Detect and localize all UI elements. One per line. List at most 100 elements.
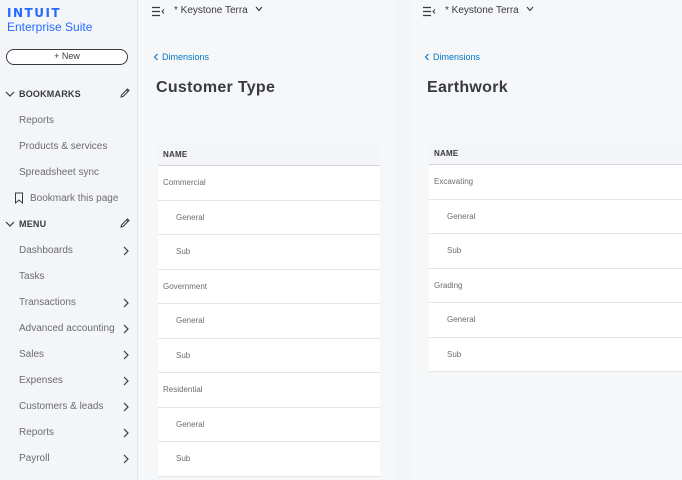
row-name: Sub — [447, 349, 462, 359]
page-title: Earthwork — [427, 79, 508, 96]
table-row-parent[interactable]: Residential — [158, 373, 380, 408]
row-name: Sub — [447, 246, 462, 255]
row-name: Sub — [176, 247, 191, 256]
nav-label: Reports — [19, 427, 55, 438]
product-name: Enterprise Suite — [7, 20, 93, 34]
nav-label: Products & services — [19, 141, 108, 152]
table-row-parent[interactable]: Grading — [429, 269, 682, 303]
menu-item-advanced-accounting[interactable]: Advanced accounting — [0, 320, 138, 342]
breadcrumb-link: Dimensions — [433, 52, 481, 62]
menu-item-customers-leads[interactable]: Customers & leads — [0, 398, 138, 420]
breadcrumb-link: Dimensions — [162, 52, 210, 62]
breadcrumb[interactable]: Dimensions — [424, 52, 480, 62]
menu-item-tasks[interactable]: Tasks — [0, 268, 138, 290]
menu-item-transactions[interactable]: Transactions — [0, 294, 138, 316]
nav-label: Spreadsheet sync — [19, 167, 100, 178]
dimension-table: NAME Commercial General Sub Government Gener… — [158, 144, 380, 477]
company-switcher[interactable]: * Keystone Terra — [174, 5, 263, 16]
table-row-parent[interactable]: Excavating — [429, 165, 682, 200]
nav-label: Payroll — [19, 453, 50, 464]
edit-menu-icon[interactable] — [119, 217, 131, 229]
table-header: NAME — [158, 144, 380, 166]
table-row-child[interactable]: Sub — [158, 442, 380, 477]
row-name: General — [176, 212, 205, 222]
chevron-right-icon — [123, 350, 129, 360]
topbar: * Keystone Terra — [410, 0, 682, 24]
nav-label: Customers & leads — [19, 401, 104, 412]
sidebar: INTUIT Enterprise Suite + New BOOKMARKS … — [0, 0, 138, 480]
row-name: Excavating — [434, 177, 474, 186]
chevron-right-icon — [123, 376, 129, 386]
nav-label: Expenses — [19, 375, 63, 386]
row-name: General — [447, 315, 476, 324]
row-name: General — [447, 211, 476, 221]
chevron-right-icon — [123, 402, 129, 412]
breadcrumb[interactable]: Dimensions — [153, 52, 209, 62]
menu-item-payroll[interactable]: Payroll — [0, 450, 138, 472]
bookmark-icon — [15, 192, 23, 204]
nav-label: Advanced accounting — [19, 323, 115, 334]
chevron-down-icon — [255, 6, 262, 12]
bookmarks-title: BOOKMARKS — [19, 89, 81, 99]
column-header-name[interactable]: NAME — [158, 144, 380, 166]
table-row-parent[interactable]: Commercial — [158, 166, 380, 201]
company-switcher[interactable]: * Keystone Terra — [445, 5, 534, 16]
row-name: Residential — [163, 385, 203, 394]
table-header: NAME — [429, 143, 682, 165]
chevron-down-icon — [5, 91, 15, 97]
table-row-parent[interactable]: Government — [158, 270, 380, 304]
collapse-menu-icon[interactable] — [151, 6, 165, 17]
company-name: * Keystone Terra — [174, 5, 248, 16]
row-name: General — [176, 419, 205, 429]
table-row-child[interactable]: General — [158, 304, 380, 339]
chevron-right-icon — [123, 246, 129, 256]
collapse-menu-icon[interactable] — [422, 6, 436, 17]
menu-item-sales[interactable]: Sales — [0, 346, 138, 368]
chevron-left-icon — [153, 53, 158, 61]
table-row-child[interactable]: General — [429, 200, 682, 234]
table-row-child[interactable]: Sub — [429, 338, 682, 372]
table-row-child[interactable]: General — [429, 303, 682, 338]
dimension-panel-customer-type: * Keystone Terra Dimensions Customer Typ… — [139, 0, 395, 480]
nav-label: Reports — [19, 115, 55, 126]
table-row-child[interactable]: Sub — [158, 235, 380, 270]
nav-label: Tasks — [19, 271, 45, 282]
new-button[interactable]: + New — [6, 49, 128, 65]
dimension-table: NAME Excavating General Sub Grading General S… — [429, 143, 682, 372]
row-name: Sub — [176, 350, 191, 360]
topbar: * Keystone Terra — [139, 0, 395, 24]
chevron-down-icon — [5, 221, 15, 227]
bookmark-this-page-button[interactable]: Bookmark this page — [0, 190, 138, 212]
table-row-child[interactable]: General — [158, 408, 380, 442]
company-name: * Keystone Terra — [445, 5, 519, 16]
edit-bookmarks-icon[interactable] — [119, 87, 131, 99]
chevron-right-icon — [123, 454, 129, 464]
column-header-name[interactable]: NAME — [429, 143, 682, 165]
nav-label: Sales — [19, 349, 45, 360]
bookmark-item-spreadsheet-sync[interactable]: Spreadsheet sync — [0, 164, 138, 186]
chevron-right-icon — [123, 298, 129, 308]
row-name: Commercial — [163, 178, 206, 187]
chevron-right-icon — [123, 324, 129, 334]
menu-item-dashboards[interactable]: Dashboards — [0, 242, 138, 264]
bookmark-item-reports[interactable]: Reports — [0, 112, 138, 134]
dimension-panel-earthwork: * Keystone Terra Dimensions Earthwork NA… — [410, 0, 682, 480]
menu-header[interactable]: MENU — [0, 216, 138, 236]
page-title: Customer Type — [156, 79, 276, 96]
menu-item-reports[interactable]: Reports — [0, 424, 138, 446]
nav-label: Transactions — [19, 297, 76, 308]
logo[interactable]: INTUIT Enterprise Suite — [7, 6, 92, 34]
menu-item-expenses[interactable]: Expenses — [0, 372, 138, 394]
row-name: Government — [163, 281, 208, 291]
nav-label: Dashboards — [19, 245, 73, 256]
row-name: General — [176, 316, 205, 325]
bookmarks-header[interactable]: BOOKMARKS — [0, 86, 138, 106]
table-row-child[interactable]: Sub — [158, 339, 380, 373]
row-name: Sub — [176, 454, 191, 463]
brand-logo: INTUIT — [7, 6, 62, 20]
table-row-child[interactable]: General — [158, 201, 380, 235]
chevron-left-icon — [424, 53, 429, 61]
chevron-down-icon — [526, 6, 533, 12]
table-row-child[interactable]: Sub — [429, 234, 682, 269]
bookmark-item-products-services[interactable]: Products & services — [0, 138, 138, 160]
